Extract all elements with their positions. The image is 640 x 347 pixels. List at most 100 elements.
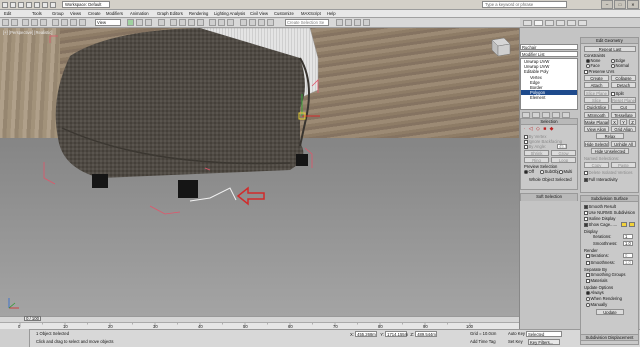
tab-display[interactable] (567, 20, 576, 26)
time-slider-handle[interactable]: 0 / 100 (24, 316, 41, 321)
split-checkbox[interactable]: Split (611, 91, 624, 96)
project-folder-icon[interactable] (50, 2, 56, 8)
stack-subitem[interactable]: Element (521, 95, 577, 100)
tessellate-button[interactable]: Tessellate (611, 112, 636, 118)
hide-selected-button[interactable]: Hide Selected (584, 141, 609, 147)
tab-create[interactable] (523, 20, 532, 26)
update-always-radio[interactable]: Always (586, 290, 604, 295)
menu-views[interactable]: Views (70, 11, 81, 17)
slice-button[interactable]: Slice (584, 97, 609, 103)
z-coordinate-field[interactable]: 489.544m (415, 331, 438, 337)
grow-button[interactable]: Grow (551, 150, 576, 156)
tab-utilities[interactable] (578, 20, 587, 26)
move-icon[interactable] (127, 19, 134, 26)
snap-icon[interactable] (170, 19, 177, 26)
curve-editor-icon[interactable] (258, 19, 265, 26)
reference-coordinate-dropdown[interactable]: View (95, 19, 121, 26)
planar-z-button[interactable]: Z (629, 119, 636, 125)
copy-button[interactable]: Copy (584, 162, 609, 168)
grid-align-button[interactable]: Grid Align (611, 126, 636, 132)
angle-snap-icon[interactable] (179, 19, 186, 26)
rollout-header[interactable]: Selection (521, 119, 577, 125)
object-name-field[interactable]: Ruchair (520, 44, 578, 50)
auto-key-button[interactable]: Auto Key (508, 331, 525, 336)
smoothness-spinner[interactable]: 1.0 (623, 241, 633, 246)
scale-icon[interactable] (145, 19, 152, 26)
key-filters-button[interactable]: Key Filters... (528, 339, 560, 345)
by-angle-checkbox[interactable]: By Angle: (524, 144, 546, 149)
edit-named-selection-icon[interactable] (209, 19, 216, 26)
material-editor-icon[interactable] (336, 19, 343, 26)
hide-unselected-button[interactable]: Hide Unselected (591, 148, 629, 154)
preview-off-radio[interactable]: Off (524, 169, 534, 174)
attach-button[interactable]: Attach (584, 82, 609, 88)
materials-checkbox[interactable]: Materials (586, 278, 608, 283)
collapse-button[interactable]: Collapse (611, 75, 636, 81)
show-cage-checkbox[interactable]: Show Cage...... (584, 222, 617, 227)
add-time-tag[interactable]: Add Time Tag (470, 339, 496, 344)
menu-graph-editors[interactable]: Graph Editors (157, 11, 183, 17)
create-button[interactable]: Create (584, 75, 609, 81)
viewport-label[interactable]: [+] [Perspective] [Realistic] (3, 30, 52, 35)
layer-manager-icon[interactable] (240, 19, 247, 26)
iterations-spinner[interactable]: 1 (623, 234, 633, 239)
constraint-normal-radio[interactable]: Normal (611, 63, 629, 68)
cage-color-swatch[interactable] (621, 222, 627, 227)
shrink-button[interactable]: Shrink (524, 150, 549, 156)
mirror-icon[interactable] (218, 19, 225, 26)
close-button[interactable]: ✕ (627, 0, 639, 9)
menu-tools[interactable]: Tools (32, 11, 42, 17)
rotate-icon[interactable] (136, 19, 143, 26)
menu-lighting-analysis[interactable]: Lighting Analysis (214, 11, 245, 17)
tab-hierarchy[interactable] (545, 20, 554, 26)
tab-modify[interactable] (534, 20, 543, 26)
subdivision-displacement-header[interactable]: Subdivision Displacement (581, 334, 638, 341)
undo-icon[interactable] (2, 19, 9, 26)
y-coordinate-field[interactable]: 1714.155m (385, 331, 408, 337)
tab-motion[interactable] (556, 20, 565, 26)
render-smoothness-checkbox[interactable]: Smoothness: (586, 260, 615, 265)
perspective-viewport[interactable]: [+] [Perspective] [Realistic] (0, 28, 519, 316)
menu-edit[interactable]: Edit (4, 11, 11, 17)
use-nurms-checkbox[interactable]: Use NURMS Subdivision (584, 210, 635, 215)
named-selection-set-input[interactable]: Create Selection Se (285, 19, 329, 26)
redo-icon[interactable] (42, 2, 48, 8)
save-icon[interactable] (26, 2, 32, 8)
link-icon[interactable] (22, 19, 29, 26)
menu-modifiers[interactable]: Modifiers (106, 11, 123, 17)
cut-button[interactable]: Cut (611, 104, 636, 110)
make-planar-button[interactable]: Make Planar (584, 119, 609, 125)
full-interactivity-checkbox[interactable]: Full Interactivity (584, 177, 618, 182)
redo-icon[interactable] (11, 19, 18, 26)
percent-snap-icon[interactable] (188, 19, 195, 26)
paste-button[interactable]: Paste (611, 162, 636, 168)
track-bar-ruler[interactable]: 0 10 20 30 40 50 60 70 80 90 100 (0, 322, 520, 329)
soft-selection-rollout[interactable]: Soft Selection (520, 193, 578, 201)
rendered-frame-icon[interactable] (354, 19, 361, 26)
rollout-header[interactable]: Soft Selection (521, 194, 577, 201)
quickslice-button[interactable]: QuickSlice (584, 104, 609, 110)
unlink-icon[interactable] (31, 19, 38, 26)
detach-button[interactable]: Detach (611, 82, 636, 88)
update-when-rendering-radio[interactable]: When Rendering (586, 296, 622, 301)
key-mode-dropdown[interactable]: Selected (526, 331, 562, 337)
view-align-button[interactable]: View Align (584, 126, 609, 132)
update-manually-radio[interactable]: Manually (586, 302, 607, 307)
planar-x-button[interactable]: X (611, 119, 618, 125)
render-iterations-checkbox[interactable]: Iterations: (586, 253, 609, 258)
cage-selection-color-swatch[interactable] (629, 222, 635, 227)
app-menu-icon[interactable] (2, 2, 8, 8)
new-icon[interactable] (10, 2, 16, 8)
menu-civil-view[interactable]: Civil View (250, 11, 268, 17)
align-icon[interactable] (227, 19, 234, 26)
menu-maxscript[interactable]: MAXScript (301, 11, 321, 17)
modifier-list-dropdown[interactable]: Modifier List (520, 51, 578, 57)
menu-help[interactable]: Help (327, 11, 336, 17)
ring-button[interactable]: Ring (524, 157, 549, 163)
x-coordinate-field[interactable]: 455.268m (355, 331, 378, 337)
slice-plane-button[interactable]: Slice Plane (584, 90, 609, 96)
render-smoothness-spinner[interactable]: 1.0 (623, 260, 633, 265)
pivot-icon[interactable] (158, 19, 165, 26)
planar-y-button[interactable]: Y (620, 119, 627, 125)
preserve-uvs-checkbox[interactable]: Preserve UVs (584, 69, 614, 74)
